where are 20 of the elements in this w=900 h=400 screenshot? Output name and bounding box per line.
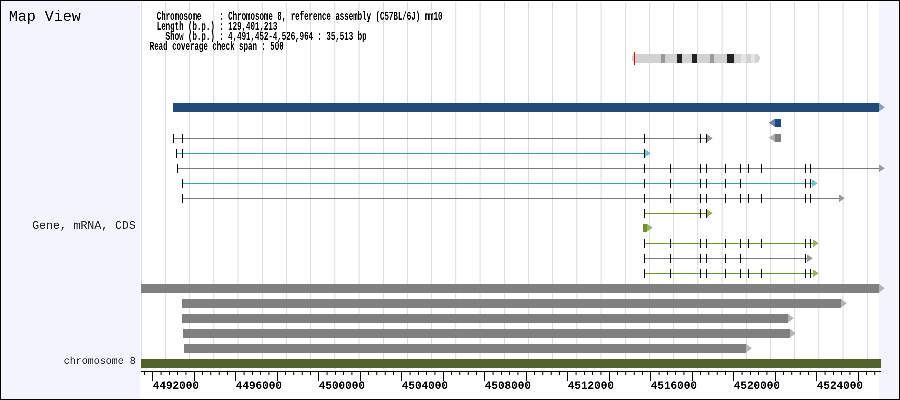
header-info-line: Chromosome : Chromosome 8, reference assembly (C57BL/6J) mm10: [157, 12, 443, 22]
header-info-line: Show (b.p.) : 4,491,452-4,526,964 : 35,513 bp: [166, 32, 368, 42]
axis-label: 4516000: [651, 381, 698, 393]
header-info-line: Length (b.p.) : 129,401,213: [157, 22, 278, 32]
cds-marker: [643, 224, 653, 232]
axis-label: 4520000: [734, 381, 780, 393]
transcript-track: [644, 208, 713, 218]
coverage-info: Read coverage check span : 500: [150, 42, 284, 52]
axis-label: 4492000: [153, 381, 200, 393]
axis-label: 4508000: [485, 381, 532, 393]
axis-label: 4504000: [402, 381, 448, 393]
axis-label: 4500000: [319, 381, 366, 393]
axis-label: 4524000: [817, 381, 864, 393]
feature-marker: [769, 134, 781, 142]
view-title: Map View: [9, 9, 82, 27]
track-label: Gene, mRNA, CDS: [32, 220, 136, 234]
feature-marker: [769, 119, 781, 127]
chromosome-label: chromosome 8: [64, 356, 136, 369]
axis-label: 4512000: [568, 381, 614, 393]
axis-label: 4496000: [236, 381, 282, 393]
